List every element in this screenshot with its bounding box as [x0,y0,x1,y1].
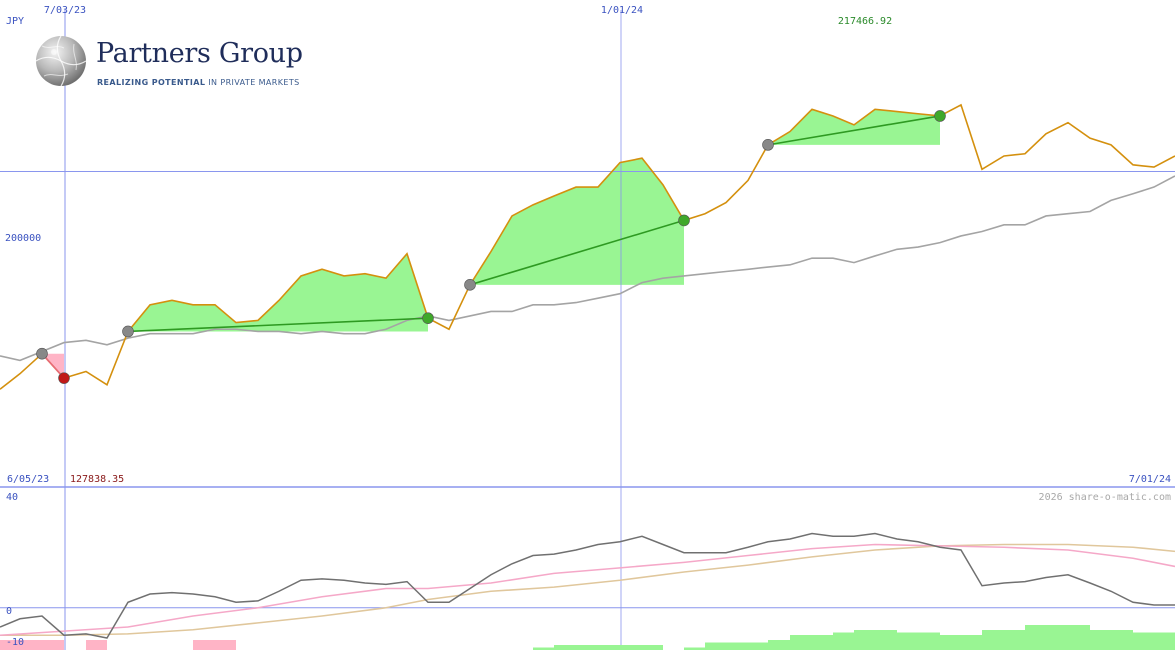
high-value-label: 217466.92 [838,16,892,27]
histogram-bar-9 [790,635,833,650]
currency-label: JPY [6,16,24,27]
signal-marker-2 [58,372,70,384]
signal-marker-5 [464,279,476,291]
signal-slow-line [0,543,1175,637]
date-label-end: 7/01/24 [1129,474,1171,485]
signal-marker-1 [36,347,48,360]
logo-tagline-rest: IN PRIVATE MARKETS [205,78,300,87]
histogram-layer [0,625,1175,650]
trade-fill-3 [470,158,684,285]
low-value-label: 127838.35 [70,474,124,485]
watermark: 2026 share-o-matic.com [1039,492,1171,503]
trade-line-layer [41,115,941,379]
trade-fill-layer [42,109,940,379]
signal-marker-7 [762,139,774,151]
histogram-bar-3 [193,640,236,650]
puzzle-globe-icon [35,35,87,87]
histogram-bar-15 [1025,625,1090,650]
histogram-bar-7 [705,642,768,650]
histogram-bar-17 [1133,632,1175,650]
partners-group-logo: Partners Group REALIZING POTENTIAL IN PR… [34,34,334,90]
logo-tagline-bold: REALIZING POTENTIAL [97,78,206,87]
histogram-bar-5 [554,645,663,650]
histogram-bar-2 [86,640,107,650]
signal-marker-3 [122,325,134,338]
histogram-bar-12 [897,632,940,650]
stock-chart: JPY 7/03/23 1/01/24 217466.92 200000 6/0… [0,5,1175,650]
histogram-bar-16 [1090,630,1133,650]
oscillator-line [0,532,1175,639]
signal-layer [36,110,946,384]
date-label-marker2: 1/01/24 [601,5,643,16]
indicator-layer [0,532,1175,639]
signal-fast-line [0,543,1175,637]
signal-marker-6 [678,214,690,227]
indicator-tick-40: 40 [6,492,18,503]
signal-marker-4 [422,312,434,324]
histogram-bar-11 [854,630,897,650]
signal-marker-8 [934,110,946,122]
histogram-bar-14 [982,630,1025,650]
logo-tagline: REALIZING POTENTIAL IN PRIVATE MARKETS [97,78,300,87]
date-label-marker1: 7/03/23 [44,5,86,16]
indicator-tick-minus10: -10 [6,637,24,648]
histogram-bar-13 [940,635,982,650]
reference-level-label: 200000 [5,233,41,244]
indicator-tick-0: 0 [6,606,12,617]
histogram-bar-10 [833,632,854,650]
histogram-bar-8 [768,640,790,650]
logo-name: Partners Group [96,38,303,69]
date-label-start: 6/05/23 [7,474,49,485]
